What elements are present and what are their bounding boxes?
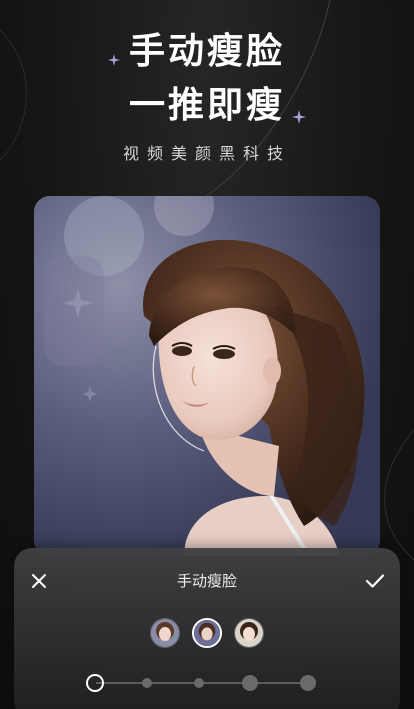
panel-title: 手动瘦脸 <box>176 572 237 590</box>
face-slim-editor-panel: 手动瘦脸 <box>14 548 400 709</box>
preview-photo <box>34 196 380 556</box>
app-screen: 手动瘦脸 一推即瘦 视频美颜黑科技 手动瘦脸 <box>0 0 414 709</box>
face-thumbnail-1[interactable] <box>150 618 180 648</box>
slider-stop[interactable] <box>194 678 204 688</box>
slider-knob[interactable] <box>86 674 104 692</box>
confirm-button[interactable] <box>362 568 388 594</box>
slider-stop[interactable] <box>142 678 152 688</box>
face-selector <box>14 618 400 648</box>
face-thumbnail-2[interactable] <box>192 618 222 648</box>
checkmark-icon <box>365 574 385 588</box>
slim-strength-slider[interactable] <box>86 672 322 694</box>
promo-headline-line1: 手动瘦脸 <box>128 31 285 72</box>
slider-stop[interactable] <box>300 675 316 691</box>
portrait-image <box>34 196 380 556</box>
face-thumbnail-3[interactable] <box>234 618 264 648</box>
promo-subtitle: 视频美颜黑科技 <box>122 144 291 163</box>
slider-stop[interactable] <box>242 675 258 691</box>
promo-headline-line2: 一推即瘦 <box>128 85 285 126</box>
slider-track <box>96 682 316 684</box>
